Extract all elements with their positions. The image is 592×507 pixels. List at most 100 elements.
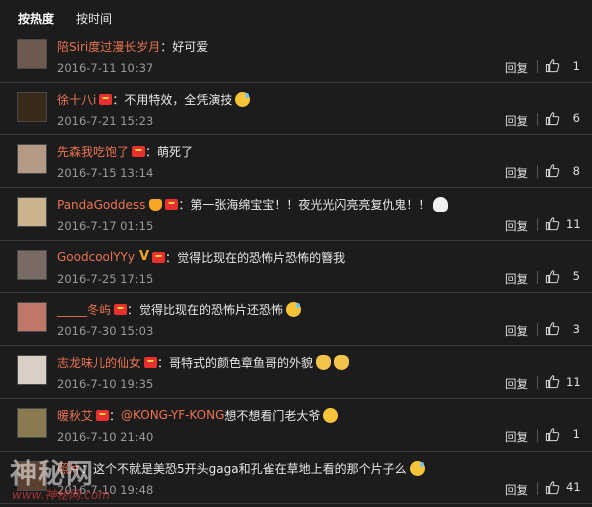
sort-by-time-tab[interactable]: 按时间 bbox=[76, 10, 112, 27]
like-button[interactable]: 11 bbox=[545, 216, 581, 231]
comment-timestamp: 2016-7-30 15:03 bbox=[57, 324, 154, 339]
username-link[interactable]: GoodcoolYYy bbox=[57, 250, 135, 264]
comment-content: GoodcoolYYy V ：觉得比现在的恐怖片恐怖的簪我 bbox=[57, 249, 345, 266]
comment-item: 陪Siri度过漫长岁月：好可爱 2016-7-11 10:37 回复 1 bbox=[0, 30, 592, 83]
comment-content: 先森我吃饱了 ：萌死了 bbox=[57, 143, 193, 160]
username-link[interactable]: 先森我吃饱了 bbox=[57, 143, 129, 160]
comment-content: PandaGoddess ：第一张海绵宝宝！！夜光光闪亮亮复仇鬼！！ bbox=[57, 196, 449, 213]
thumbs-up-icon bbox=[545, 375, 560, 389]
user-avatar[interactable] bbox=[17, 302, 47, 333]
user-avatar[interactable] bbox=[17, 407, 47, 438]
laugh-emoji-icon bbox=[323, 407, 339, 423]
colon-separator: ： bbox=[145, 145, 158, 160]
like-count: 41 bbox=[566, 480, 581, 494]
verified-v-icon: V bbox=[138, 249, 150, 265]
user-avatar[interactable] bbox=[17, 249, 47, 280]
thumbs-up-icon bbox=[545, 480, 560, 494]
reply-button[interactable]: 回复 bbox=[505, 218, 528, 234]
comment-list: 陪Siri度过漫长岁月：好可爱 2016-7-11 10:37 回复 1 徐十八i：不用… bbox=[0, 30, 592, 505]
thumbs-up-icon bbox=[545, 164, 560, 178]
ghost-emoji-icon bbox=[433, 197, 449, 213]
action-divider bbox=[537, 323, 538, 337]
comment-timestamp: 2016-7-10 21:40 bbox=[57, 429, 154, 444]
username-link[interactable]: 暖秋艾 bbox=[57, 407, 93, 424]
reply-button[interactable]: 回复 bbox=[505, 271, 528, 287]
member-badge-icon bbox=[152, 251, 166, 263]
mention-link[interactable]: @KONG-YF-KONG bbox=[121, 408, 224, 422]
action-divider bbox=[537, 60, 538, 73]
comment-text: 好可爱 bbox=[172, 40, 209, 54]
comment-timestamp: 2016-7-25 17:15 bbox=[57, 271, 154, 286]
comment-timestamp: 2016-7-21 15:23 bbox=[57, 113, 154, 128]
comment-content: _____冬屿 ：觉得比现在的恐怖片还恐怖 bbox=[57, 301, 302, 318]
user-avatar[interactable] bbox=[17, 197, 47, 228]
username-link[interactable]: _____冬屿 bbox=[57, 301, 111, 318]
sweat-emoji-icon bbox=[409, 460, 425, 476]
user-avatar[interactable] bbox=[17, 91, 47, 122]
comment-text: 第一张海绵宝宝！！夜光光闪亮亮复仇鬼！！ bbox=[190, 198, 431, 213]
username-link[interactable]: 志龙味儿的仙女 bbox=[57, 354, 141, 371]
like-count: 6 bbox=[572, 111, 580, 126]
like-button[interactable]: 6 bbox=[545, 111, 580, 126]
reply-button[interactable]: 回复 bbox=[505, 60, 528, 76]
like-button[interactable]: 11 bbox=[545, 374, 581, 389]
user-avatar[interactable] bbox=[17, 39, 47, 69]
like-button[interactable]: 8 bbox=[545, 163, 580, 178]
like-button[interactable]: 1 bbox=[545, 427, 580, 442]
member-badge-icon bbox=[99, 93, 113, 105]
action-divider bbox=[537, 428, 538, 442]
colon-separator: ： bbox=[112, 92, 125, 107]
like-button[interactable]: 41 bbox=[545, 480, 581, 495]
colon-separator: ： bbox=[109, 408, 122, 423]
username-link[interactable]: 陪Siri度过漫长岁月 bbox=[57, 38, 160, 55]
like-button[interactable]: 1 bbox=[545, 58, 580, 73]
sweat-emoji-icon bbox=[286, 302, 302, 318]
comment-content: 陪Siri度过漫长岁月：好可爱 bbox=[57, 38, 208, 55]
like-button[interactable]: 3 bbox=[545, 321, 580, 336]
member-badge-icon bbox=[132, 146, 146, 158]
comment-timestamp: 2016-7-10 19:35 bbox=[57, 377, 154, 392]
user-avatar[interactable] bbox=[17, 460, 47, 491]
username-link[interactable]: PandaGoddess bbox=[57, 198, 145, 212]
user-avatar[interactable] bbox=[17, 355, 47, 386]
thumbs-up-icon bbox=[545, 111, 560, 125]
colon-separator: ： bbox=[160, 40, 173, 54]
comment-timestamp: 2016-7-11 10:37 bbox=[57, 61, 154, 75]
like-count: 11 bbox=[566, 374, 581, 389]
comment-content: 徐十八i ：不用特效，全凭演技 bbox=[57, 91, 251, 108]
username-link[interactable]: 照片 bbox=[57, 460, 81, 477]
comment-text: 不用特效，全凭演技 bbox=[124, 92, 233, 107]
member-badge-icon bbox=[96, 409, 110, 421]
thumbs-up-icon bbox=[545, 59, 560, 73]
grin-sweat-emoji-icon bbox=[235, 91, 251, 107]
crown-badge-icon bbox=[149, 198, 163, 211]
user-avatar[interactable] bbox=[17, 144, 47, 175]
comment-content: 志龙味儿的仙女 ：哥特式的颜色章鱼哥的外貌 bbox=[57, 354, 350, 371]
action-divider bbox=[537, 481, 538, 495]
comment-item: 暖秋艾 ： @KONG-YF-KONG 想不想看门老大爷 2016-7-10 21:40… bbox=[0, 399, 592, 452]
reply-button[interactable]: 回复 bbox=[505, 323, 528, 339]
reply-button[interactable]: 回复 bbox=[505, 482, 528, 498]
action-divider bbox=[537, 270, 538, 284]
comment-timestamp: 2016-7-15 13:14 bbox=[57, 166, 154, 181]
like-count: 1 bbox=[572, 58, 580, 73]
reply-button[interactable]: 回复 bbox=[505, 376, 528, 392]
reply-button[interactable]: 回复 bbox=[505, 113, 528, 129]
comment-text: 这个不就是美恐5开头gaga和孔雀在草地上看的那个片子么 bbox=[93, 461, 407, 476]
comment-timestamp: 2016-7-17 01:15 bbox=[57, 219, 154, 234]
action-divider bbox=[537, 376, 538, 390]
comment-content: 暖秋艾 ： @KONG-YF-KONG 想不想看门老大爷 bbox=[57, 407, 339, 424]
like-button[interactable]: 5 bbox=[545, 269, 580, 284]
reply-button[interactable]: 回复 bbox=[505, 165, 528, 181]
sort-by-hot-tab[interactable]: 按热度 bbox=[18, 10, 54, 27]
username-link[interactable]: 徐十八i bbox=[57, 91, 96, 108]
reply-button[interactable]: 回复 bbox=[505, 429, 528, 445]
comment-item: _____冬屿 ：觉得比现在的恐怖片还恐怖 2016-7-30 15:03 回复 3 bbox=[0, 293, 592, 347]
like-count: 11 bbox=[566, 216, 581, 231]
colon-separator: ： bbox=[81, 461, 94, 476]
thumbs-up-icon bbox=[545, 270, 560, 283]
like-count: 8 bbox=[572, 163, 580, 178]
thumbs-up-icon bbox=[545, 428, 560, 441]
colon-separator: ： bbox=[127, 303, 140, 318]
action-divider bbox=[537, 165, 538, 179]
